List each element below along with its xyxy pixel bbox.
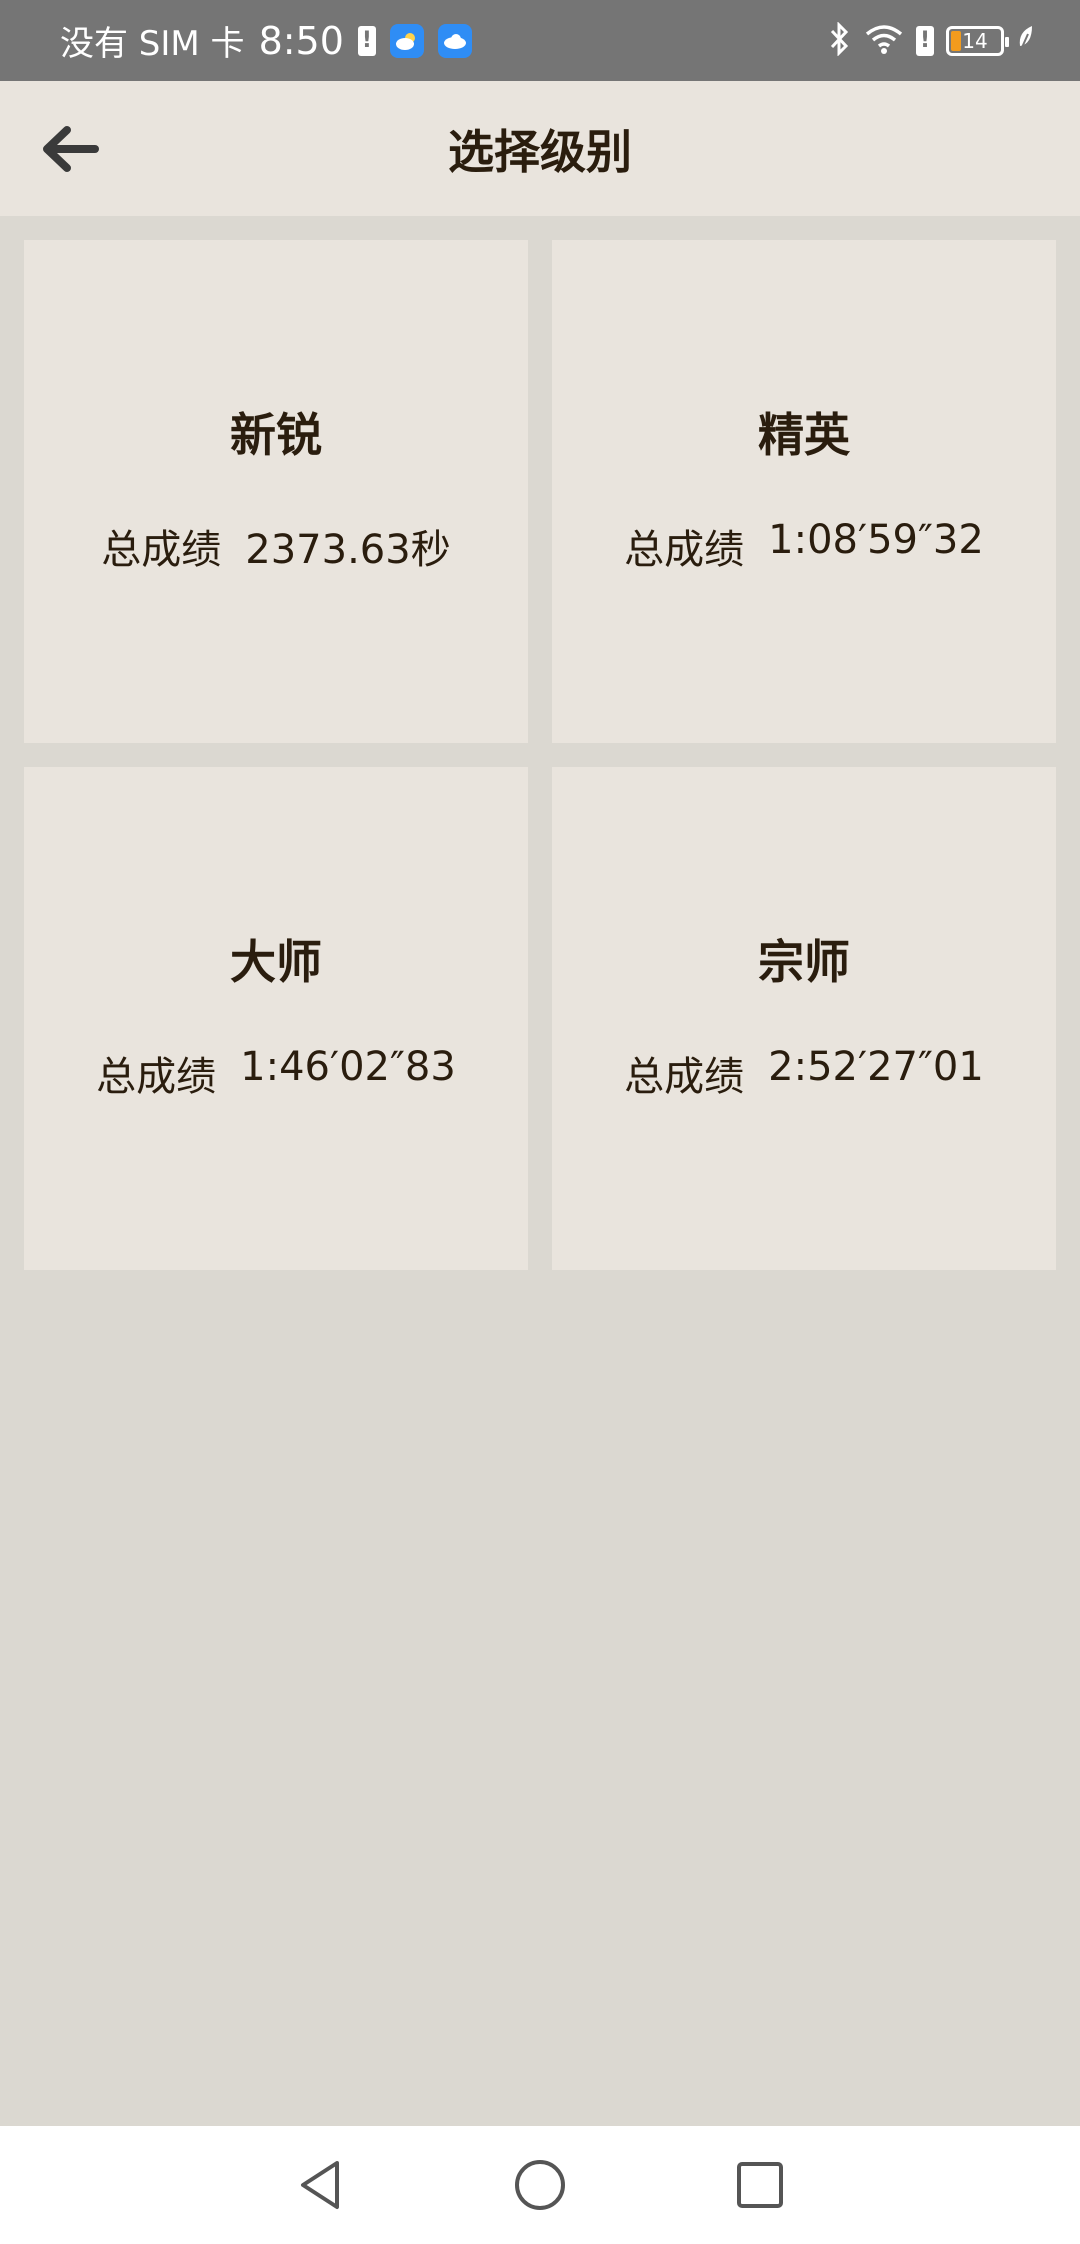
score-label: 总成绩	[624, 1053, 745, 1100]
level-name: 宗师	[758, 934, 850, 989]
leaf-icon	[1016, 24, 1036, 58]
alert-icon: !	[357, 25, 376, 56]
recents-square-icon	[737, 2162, 783, 2208]
page-title: 选择级别	[448, 124, 632, 179]
battery-level: 14	[962, 28, 988, 53]
status-left: 没有 SIM 卡 8:50 !	[60, 16, 472, 65]
level-card-elite[interactable]: 精英 总成绩 1:08′59″32	[552, 240, 1056, 743]
weather-app-icon	[389, 23, 424, 58]
bluetooth-icon	[828, 20, 852, 60]
level-card-rookie[interactable]: 新锐 总成绩 2373.63秒	[24, 240, 528, 743]
status-bar: 没有 SIM 卡 8:50 ! ! 14	[0, 0, 1080, 81]
cloud-app-icon	[437, 23, 472, 58]
level-score: 总成绩 2:52′27″01	[624, 1044, 984, 1102]
level-name: 精英	[758, 407, 850, 462]
score-label: 总成绩	[96, 1053, 217, 1100]
home-circle-icon	[515, 2160, 565, 2210]
back-triangle-icon	[301, 2161, 339, 2209]
level-score: 总成绩 2373.63秒	[101, 517, 450, 575]
arrow-left-icon	[43, 126, 99, 172]
wifi-icon	[864, 23, 904, 59]
alert-icon: !	[916, 25, 934, 56]
level-score: 总成绩 1:46′02″83	[96, 1044, 456, 1102]
app-bar: 选择级别	[0, 81, 1080, 216]
screen: 没有 SIM 卡 8:50 ! ! 14 选择级别 新锐 总成绩 2373.63…	[0, 0, 1080, 2244]
level-name: 新锐	[230, 407, 322, 462]
level-card-grandmaster[interactable]: 宗师 总成绩 2:52′27″01	[552, 767, 1056, 1270]
clock: 8:50	[258, 18, 344, 63]
nav-recents-button[interactable]	[730, 2155, 790, 2215]
back-button[interactable]	[36, 115, 104, 183]
score-value: 1:46′02″83	[240, 1043, 456, 1090]
score-value: 2373.63秒	[245, 526, 451, 573]
level-grid: 新锐 总成绩 2373.63秒 精英 总成绩 1:08′59″32 大师 总成绩…	[24, 240, 1056, 1270]
score-label: 总成绩	[101, 526, 222, 573]
nav-home-button[interactable]	[510, 2155, 570, 2215]
score-value: 1:08′59″32	[768, 516, 984, 563]
carrier-text: 没有 SIM 卡	[60, 24, 245, 64]
score-value: 2:52′27″01	[768, 1043, 984, 1090]
system-nav-bar	[0, 2126, 1080, 2244]
level-score: 总成绩 1:08′59″32	[624, 517, 984, 575]
level-card-master[interactable]: 大师 总成绩 1:46′02″83	[24, 767, 528, 1270]
score-label: 总成绩	[624, 526, 745, 573]
status-right: ! 14	[828, 20, 1036, 60]
level-name: 大师	[230, 934, 322, 989]
battery-icon: 14	[946, 25, 1009, 56]
nav-back-button[interactable]	[290, 2155, 350, 2215]
